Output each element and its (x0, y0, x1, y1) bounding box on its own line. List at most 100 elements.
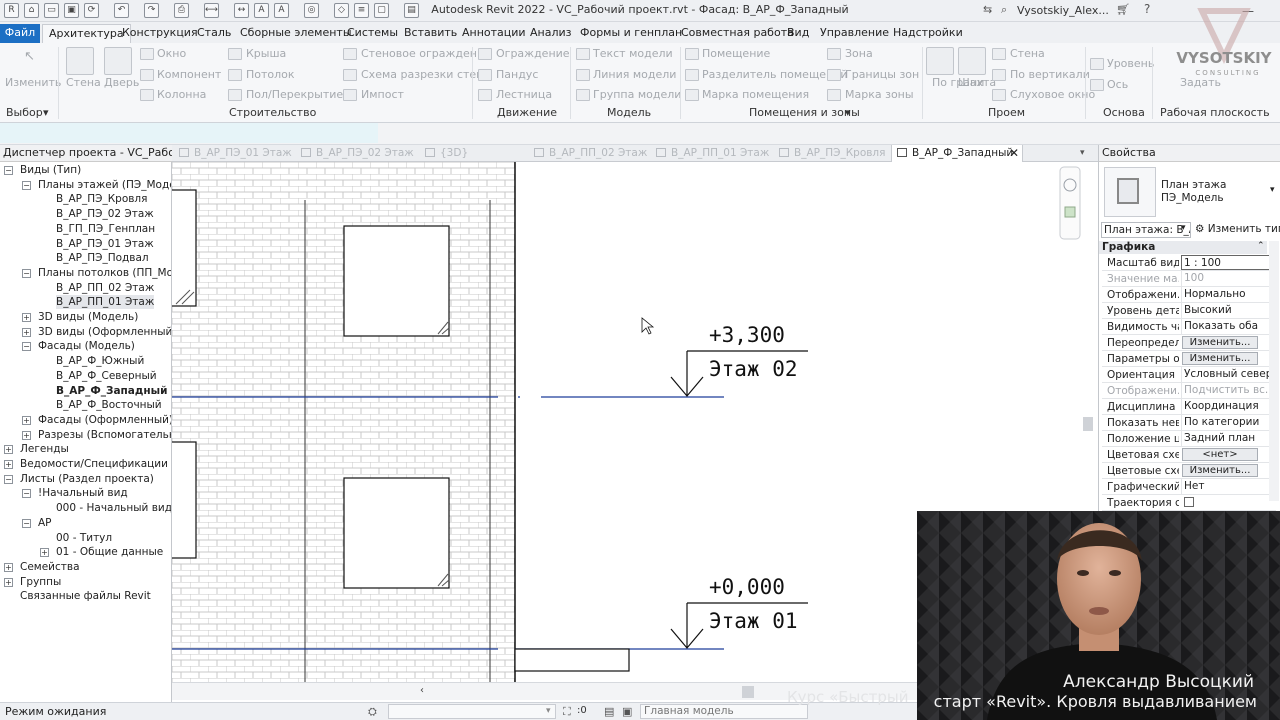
panel-build[interactable]: Строительство (229, 106, 316, 119)
browser-item[interactable]: В_ГП_ПЭ_Генплан (56, 222, 155, 236)
railing-button[interactable]: Ограждение (496, 47, 570, 60)
level-name-02[interactable]: Этаж 02 (709, 357, 798, 381)
property-row[interactable]: Цветовая схе...<нет> (1102, 447, 1276, 463)
window-left-upper[interactable] (172, 189, 197, 307)
browser-item[interactable]: АР (38, 516, 52, 530)
tab-analyze[interactable]: Анализ (524, 24, 578, 43)
property-row[interactable]: Показать нев...По категории (1102, 415, 1276, 431)
tab-insert[interactable]: Вставить (398, 24, 463, 43)
workset-dropdown[interactable] (388, 704, 556, 719)
zoom-icon[interactable] (1064, 206, 1076, 218)
tab-systems[interactable]: Системы (341, 24, 404, 43)
vertical-opening-button[interactable]: По вертикали (1010, 68, 1090, 81)
tab-annotate[interactable]: Аннотации (456, 24, 532, 43)
browser-item[interactable]: В_АР_Ф_Восточный (56, 398, 162, 412)
stair-button[interactable]: Лестница (496, 88, 552, 101)
share-icon[interactable]: ⇆ (983, 3, 992, 16)
wall-opening-button[interactable]: Стена (1010, 47, 1045, 60)
type-selector-chevron-icon[interactable]: ▾ (1270, 185, 1275, 195)
switch-windows-icon[interactable]: ▤ (404, 3, 419, 18)
property-value[interactable]: Нет (1181, 479, 1276, 494)
editable-only-icon[interactable]: ⛶ (563, 705, 571, 719)
scroll-thumb[interactable] (742, 686, 754, 698)
browser-item[interactable]: Связанные файлы Revit (20, 589, 151, 603)
tab-file[interactable]: Файл (0, 24, 40, 43)
collapse-icon[interactable]: − (4, 166, 13, 175)
property-row[interactable]: Траектория с... (1102, 495, 1276, 511)
redo-icon[interactable]: ↷ (144, 3, 159, 18)
door-button[interactable]: Дверь (104, 76, 139, 89)
ceiling-button[interactable]: Потолок (246, 68, 295, 81)
chevron-down-icon[interactable]: ▾ (43, 106, 49, 119)
project-browser-tree[interactable]: Виды (Тип)−Планы этажей (ПЭ_Модель−В_АР_… (0, 162, 172, 702)
active-design-option[interactable]: Главная модель (640, 704, 808, 719)
minimize-button[interactable]: — (1236, 2, 1260, 20)
panel-select[interactable]: Выбор (6, 106, 43, 119)
area-boundary-button[interactable]: Границы зон (845, 68, 919, 81)
expand-icon[interactable]: + (40, 548, 49, 558)
tab-view[interactable]: Вид (781, 24, 815, 43)
property-edit-button[interactable]: <нет> (1182, 448, 1258, 461)
browser-item[interactable]: В_АР_ПЭ_Кровля (56, 192, 147, 206)
view-selector[interactable]: План этажа: В_А (1101, 222, 1191, 238)
view-tab-roof[interactable]: В_АР_ПЭ_Кровля (774, 145, 890, 162)
room-tag-button[interactable]: Марка помещения (702, 88, 809, 101)
property-value[interactable]: Показать оба (1181, 319, 1276, 334)
room-button[interactable]: Помещение (702, 47, 770, 60)
property-value[interactable]: Условный север (1181, 367, 1276, 382)
collapse-icon[interactable]: − (22, 518, 31, 528)
panel-model[interactable]: Модель (607, 106, 651, 119)
undo-icon[interactable]: ↶ (114, 3, 129, 18)
level-elevation-01[interactable]: +0,000 (709, 575, 785, 599)
collapse-icon[interactable]: − (22, 180, 31, 190)
property-row[interactable]: Отображени...Подчистить вс... (1102, 383, 1276, 399)
design-option-icon[interactable]: ▣ (622, 705, 632, 718)
scroll-thumb[interactable] (1083, 417, 1093, 431)
scroll-left-icon[interactable]: ‹ (420, 685, 424, 696)
property-row[interactable]: Положение ц...Задний план (1102, 431, 1276, 447)
porch-step[interactable] (514, 648, 630, 672)
collapse-icon[interactable]: − (22, 342, 31, 352)
text-icon[interactable]: A (274, 3, 289, 18)
property-row[interactable]: Видимость ча...Показать оба (1102, 319, 1276, 335)
user-account[interactable]: Vysotskiy_Alex... (1017, 4, 1109, 17)
browser-item[interactable]: В_АР_Ф_Северный (56, 369, 157, 383)
property-row[interactable]: Ориентация Условный север (1102, 367, 1276, 383)
property-edit-button[interactable]: Изменить... (1182, 336, 1258, 349)
property-edit-button[interactable]: Изменить... (1182, 464, 1258, 477)
mullion-button[interactable]: Импост (361, 88, 404, 101)
open-folder-icon[interactable]: ▭ (44, 3, 59, 18)
browser-item[interactable]: В_АР_ПЭ_02 Этаж (56, 207, 154, 221)
shaft-button[interactable]: Шахта (958, 76, 996, 89)
3d-view-icon[interactable]: ◎ (304, 3, 319, 18)
save-icon[interactable]: ▣ (64, 3, 79, 18)
dimension-icon[interactable]: ↔ (234, 3, 249, 18)
property-value[interactable]: Координация (1181, 399, 1276, 414)
tab-addins[interactable]: Надстройки (887, 24, 969, 43)
browser-item[interactable]: 00 - Титул (56, 531, 112, 545)
properties-scrollbar[interactable] (1269, 241, 1279, 501)
window-lower[interactable] (343, 477, 450, 589)
property-checkbox[interactable] (1184, 497, 1194, 507)
panel-workplane[interactable]: Рабочая плоскость (1160, 106, 1270, 119)
property-row[interactable]: Параметры о...Изменить... (1102, 351, 1276, 367)
browser-item[interactable]: Разрезы (Вспомогательный (38, 428, 171, 442)
tab-precast[interactable]: Сборные элементы (234, 24, 358, 43)
chevron-down-icon[interactable]: ▾ (546, 706, 551, 716)
property-value[interactable]: Задний план (1181, 431, 1276, 446)
set-workplane-button[interactable]: Задать (1180, 76, 1221, 89)
wall-button[interactable]: Стена (66, 76, 101, 89)
view-tab-ceiling-02[interactable]: В_АР_ПП_02 Этаж (529, 145, 647, 162)
view-tabs-menu-icon[interactable]: ▾ (1080, 145, 1096, 162)
view-tab-ae-02-floor[interactable]: В_АР_ПЭ_02 Этаж (296, 145, 414, 162)
window-button[interactable]: Окно (157, 47, 186, 60)
browser-item[interactable]: В_АР_ПП_02 Этаж (56, 281, 154, 295)
collapse-icon[interactable]: ⌃ (1257, 241, 1265, 251)
home-icon[interactable]: ⌂ (24, 3, 39, 18)
browser-item[interactable]: 01 - Общие данные (56, 545, 163, 559)
property-value[interactable]: По категории (1181, 415, 1276, 430)
section-icon[interactable]: ◇ (334, 3, 349, 18)
property-row[interactable]: Дисциплина Координация (1102, 399, 1276, 415)
expand-icon[interactable]: + (4, 445, 13, 455)
property-row[interactable]: Графический ...Нет (1102, 479, 1276, 495)
